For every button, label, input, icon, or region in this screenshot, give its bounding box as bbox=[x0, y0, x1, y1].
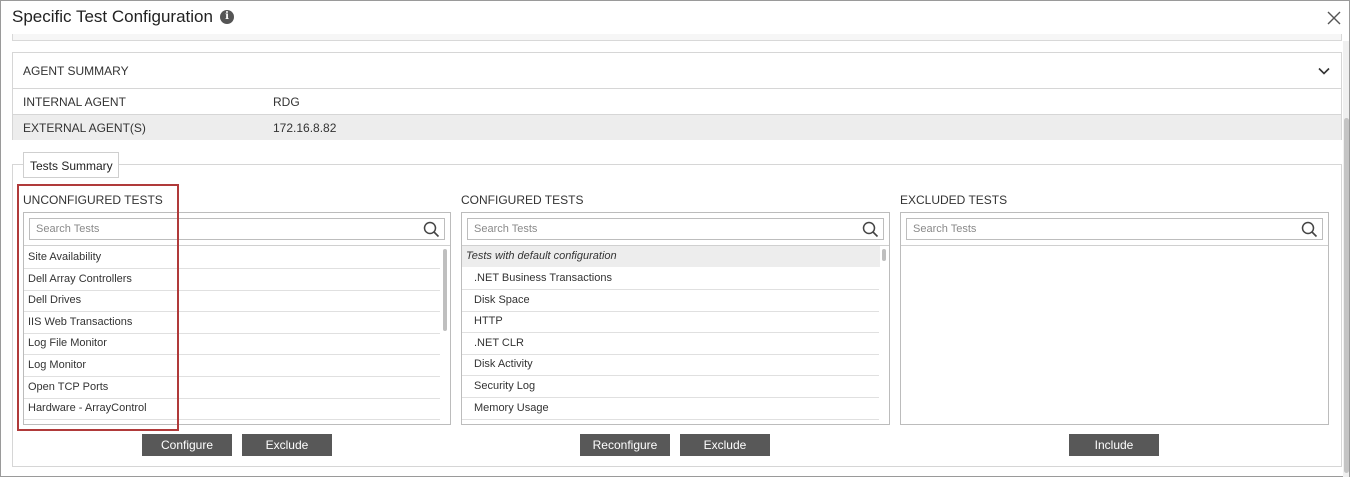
list-item-label: Disk Activity bbox=[474, 358, 533, 371]
list-item[interactable]: Hardware - ArrayControl bbox=[24, 398, 440, 421]
list-divider bbox=[901, 245, 1328, 246]
list-item-label: HTTP bbox=[474, 315, 503, 328]
list-item[interactable]: Dell Array Controllers bbox=[24, 269, 440, 291]
external-agent-value: 172.16.8.82 bbox=[273, 121, 337, 135]
list-scrollbar-track[interactable] bbox=[881, 247, 887, 424]
list-item-label: .NET Business Transactions bbox=[474, 272, 612, 284]
info-icon[interactable]: i bbox=[220, 10, 234, 24]
unconfigured-search-input[interactable]: Search Tests bbox=[29, 218, 445, 240]
list-item-label: IIS Web Transactions bbox=[28, 315, 133, 328]
default-config-group-header: Tests with default configuration bbox=[462, 246, 880, 267]
list-item[interactable]: Security Log bbox=[462, 376, 879, 398]
agent-summary-header[interactable]: AGENT SUMMARY bbox=[13, 53, 1341, 89]
exclude-unconfigured-button[interactable]: Exclude bbox=[242, 434, 332, 456]
excluded-search-input[interactable]: Search Tests bbox=[906, 218, 1323, 240]
unconfigured-tests-title: UNCONFIGURED TESTS bbox=[23, 193, 163, 207]
search-icon[interactable] bbox=[862, 221, 879, 238]
list-item[interactable]: Log File Monitor bbox=[24, 333, 440, 356]
external-agent-row: EXTERNAL AGENT(S) 172.16.8.82 bbox=[13, 115, 1341, 140]
list-item[interactable]: IIS Web Transactions bbox=[24, 312, 440, 334]
collapsed-section-strip bbox=[12, 34, 1342, 41]
configure-button[interactable]: Configure bbox=[142, 434, 232, 456]
list-item[interactable]: HTTP bbox=[462, 311, 879, 334]
list-item-label: Dell Drives bbox=[28, 294, 82, 307]
list-item-label: Open TCP Ports bbox=[28, 380, 109, 393]
list-item[interactable]: .NET CLR bbox=[462, 333, 879, 355]
list-item[interactable]: Disk Space bbox=[462, 290, 879, 312]
list-item-label: Disk Space bbox=[474, 293, 530, 306]
list-item[interactable]: Disk Activity bbox=[462, 354, 879, 377]
internal-agent-label: INTERNAL AGENT bbox=[23, 95, 126, 109]
dialog-title: Specific Test Configuration bbox=[12, 7, 213, 26]
configured-tests-title: CONFIGURED TESTS bbox=[461, 193, 584, 207]
search-icon[interactable] bbox=[1301, 221, 1318, 238]
excluded-tests-list: Search Tests bbox=[900, 212, 1329, 425]
list-item-label: Security Log bbox=[474, 380, 536, 392]
unconfigured-tests-list: Search Tests Site Availability Dell Array… bbox=[23, 212, 451, 425]
list-item[interactable]: Site Availability bbox=[24, 247, 440, 269]
agent-summary-title: AGENT SUMMARY bbox=[23, 64, 129, 78]
agent-summary-panel: AGENT SUMMARY INTERNAL AGENT RDG EXTERNA… bbox=[12, 52, 1342, 140]
list-item-label: Memory Usage bbox=[474, 401, 549, 414]
chevron-down-icon[interactable] bbox=[1317, 64, 1331, 78]
search-icon[interactable] bbox=[423, 221, 440, 238]
list-scrollbar-thumb[interactable] bbox=[443, 249, 447, 331]
search-placeholder: Search Tests bbox=[36, 223, 100, 235]
list-item-label: Log File Monitor bbox=[28, 337, 107, 350]
list-item[interactable]: .NET Business Transactions bbox=[462, 268, 879, 290]
search-placeholder: Search Tests bbox=[474, 223, 538, 235]
list-item-label: .NET CLR bbox=[474, 336, 524, 349]
dialog-scrollbar-thumb[interactable] bbox=[1344, 118, 1349, 473]
list-item-label: Log Monitor bbox=[28, 359, 87, 371]
configured-tests-list: Search Tests Tests with default configur… bbox=[461, 212, 890, 425]
list-item[interactable]: Log Monitor bbox=[24, 355, 440, 377]
configured-search-input[interactable]: Search Tests bbox=[467, 218, 884, 240]
list-item[interactable]: Dell Drives bbox=[24, 290, 440, 313]
list-item[interactable] bbox=[24, 420, 440, 424]
group-label: Tests with default configuration bbox=[466, 250, 617, 262]
list-item-label: Site Availability bbox=[28, 251, 102, 263]
list-item-label: Hardware - ArrayControl bbox=[28, 402, 147, 415]
internal-agent-row: INTERNAL AGENT RDG bbox=[13, 89, 1341, 115]
list-divider bbox=[24, 245, 450, 246]
close-icon[interactable] bbox=[1326, 10, 1342, 26]
exclude-configured-button[interactable]: Exclude bbox=[680, 434, 770, 456]
list-scrollbar-thumb[interactable] bbox=[882, 249, 886, 261]
specific-test-configuration-dialog: Specific Test Configuration i AGENT SUMM… bbox=[0, 0, 1350, 477]
search-placeholder: Search Tests bbox=[913, 223, 977, 235]
excluded-tests-title: EXCLUDED TESTS bbox=[900, 193, 1008, 207]
list-item-label: Dell Array Controllers bbox=[28, 272, 132, 285]
internal-agent-value: RDG bbox=[273, 95, 300, 109]
include-button[interactable]: Include bbox=[1069, 434, 1159, 456]
external-agent-label: EXTERNAL AGENT(S) bbox=[23, 121, 146, 135]
reconfigure-button[interactable]: Reconfigure bbox=[580, 434, 670, 456]
list-item[interactable]: Memory Usage bbox=[462, 398, 879, 420]
tab-tests-summary[interactable]: Tests Summary bbox=[23, 152, 119, 178]
list-item[interactable]: Open TCP Ports bbox=[24, 377, 440, 399]
